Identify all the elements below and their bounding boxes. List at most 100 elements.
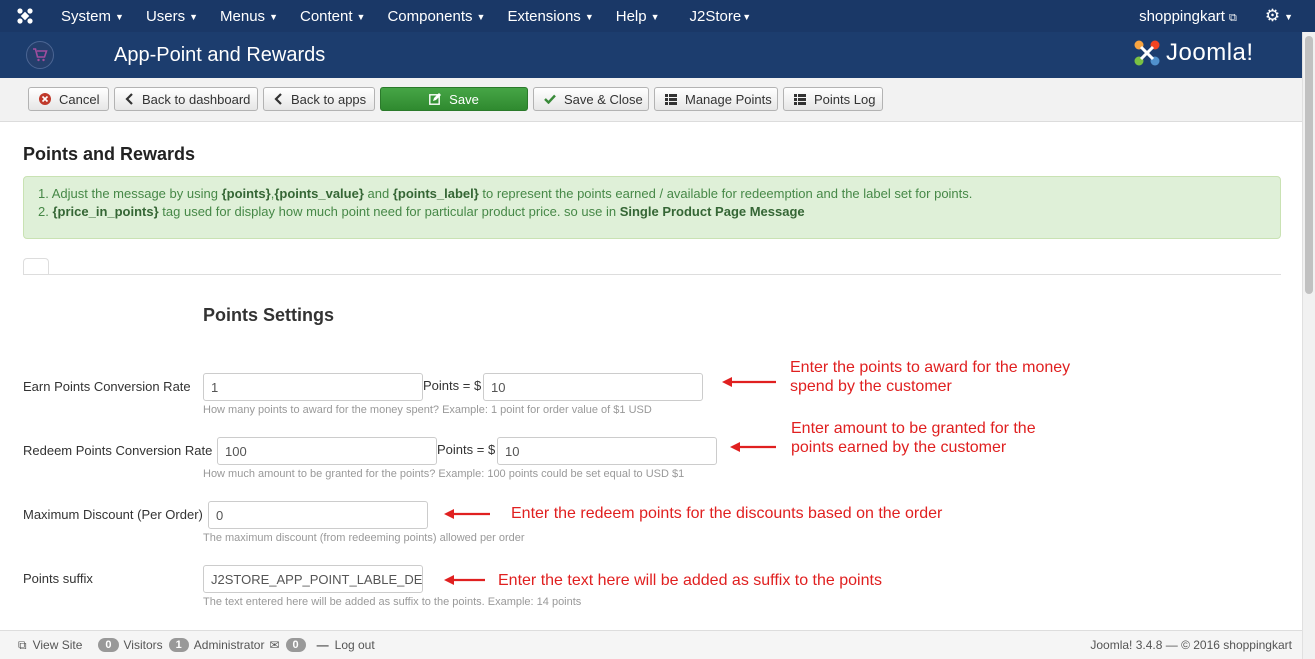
- toolbar: Cancel Back to dashboard Back to apps Sa…: [0, 78, 1302, 122]
- alert-tag: {points_value}: [274, 186, 364, 201]
- alert-tag: {points_label}: [392, 186, 479, 201]
- annotation-text: spend by the customer: [790, 378, 952, 395]
- annotation-arrow-icon: [730, 442, 776, 452]
- menu-content[interactable]: Content ▼: [289, 8, 376, 25]
- tabs-divider: [23, 274, 1281, 275]
- top-navbar: System ▼ Users ▼ Menus ▼ Content ▼ Component…: [0, 0, 1315, 32]
- annotation-text: points earned by the customer: [791, 439, 1007, 456]
- menu-label: J2Store: [689, 7, 742, 25]
- back-to-apps-label: Back to apps: [291, 91, 367, 107]
- menu-label: Users: [145, 7, 186, 25]
- max-discount-input[interactable]: 0: [208, 501, 428, 529]
- view-site-link[interactable]: ⧉ View Site: [18, 638, 82, 653]
- joomla-menu-icon[interactable]: [0, 7, 50, 25]
- max-discount-label: Maximum Discount (Per Order): [23, 507, 203, 522]
- save-close-label: Save & Close: [564, 91, 643, 107]
- admin-label: Administrator: [193, 638, 265, 652]
- earn-points-equals-label: Points = $: [423, 378, 482, 393]
- minus-icon: —: [316, 638, 329, 652]
- points-log-button[interactable]: Points Log: [783, 87, 883, 111]
- list-icon: [665, 93, 677, 105]
- external-link-icon: ⧉: [18, 637, 27, 652]
- annotation-earn: Enter the points to award for the money …: [790, 358, 1070, 396]
- earn-points-input[interactable]: 1: [203, 373, 423, 401]
- redeem-amount-input[interactable]: 10: [497, 437, 717, 465]
- page-header: App-Point and Rewards Joomla!: [0, 32, 1302, 78]
- alert-text: 1. Adjust the message by using: [38, 186, 222, 201]
- alert-text: to represent the points earned / availab…: [478, 186, 973, 201]
- envelope-icon: ✉: [269, 638, 280, 652]
- site-user-link[interactable]: shoppingkart ⧉: [1139, 8, 1237, 25]
- back-to-apps-button[interactable]: Back to apps: [263, 87, 375, 111]
- points-suffix-label: Points suffix: [23, 571, 93, 586]
- main-content: Points and Rewards 1. Adjust the message…: [0, 122, 1302, 630]
- status-bar: ⧉ View Site 0 Visitors 1 Administrator ✉…: [0, 630, 1302, 659]
- menu-system[interactable]: System ▼: [50, 8, 135, 25]
- annotation-arrow-icon: [444, 509, 490, 519]
- annotation-discount: Enter the redeem points for the discount…: [511, 505, 943, 522]
- alert-text: and: [363, 186, 393, 201]
- alert-text: 2.: [38, 204, 53, 219]
- earn-help-text: How many points to award for the money s…: [203, 404, 652, 416]
- admin-count-badge: 1: [168, 638, 189, 652]
- annotation-redeem: Enter amount to be granted for the point…: [791, 419, 1036, 457]
- menu-users[interactable]: Users ▼: [135, 8, 209, 25]
- chevron-left-icon: [125, 93, 134, 105]
- messages-status[interactable]: 0: [285, 638, 311, 652]
- settings-tab[interactable]: [23, 258, 49, 275]
- edit-icon: [429, 93, 442, 105]
- menu-extensions[interactable]: Extensions ▼: [496, 8, 604, 25]
- cancel-button[interactable]: Cancel: [28, 87, 109, 111]
- alert-line-1: 1. Adjust the message by using {points},…: [38, 185, 1266, 203]
- cancel-icon: [39, 93, 51, 105]
- caret-down-icon: ▼: [356, 11, 366, 22]
- redeem-points-equals-label: Points = $: [437, 442, 496, 457]
- site-user-label: shoppingkart: [1139, 7, 1225, 25]
- points-suffix-input[interactable]: J2STORE_APP_POINT_LABLE_DE: [203, 565, 423, 593]
- visitors-label: Visitors: [123, 638, 163, 652]
- alert-tag: {points}: [221, 186, 271, 201]
- info-alert: 1. Adjust the message by using {points},…: [23, 176, 1281, 239]
- admin-status: 1 Administrator ✉: [168, 638, 280, 652]
- menu-label: Components: [387, 7, 473, 25]
- back-to-dashboard-label: Back to dashboard: [142, 91, 251, 107]
- annotation-arrow-icon: [722, 377, 776, 387]
- caret-down-icon: ▼: [1284, 11, 1293, 22]
- page-title: App-Point and Rewards: [114, 44, 326, 66]
- save-button[interactable]: Save: [380, 87, 528, 111]
- copyright-text: Joomla! 3.4.8 — © 2016 shoppingkart: [1090, 638, 1292, 652]
- points-suffix-help-text: The text entered here will be added as s…: [203, 596, 582, 608]
- menu-j2store[interactable]: J2Store▼: [679, 8, 763, 25]
- earn-amount-input[interactable]: 10: [483, 373, 703, 401]
- external-link-icon: ⧉: [1228, 11, 1237, 24]
- menu-menus[interactable]: Menus ▼: [209, 8, 289, 25]
- menu-label: System: [61, 7, 112, 25]
- annotation-text: Enter the points to award for the money: [790, 359, 1071, 376]
- caret-down-icon: ▼: [115, 11, 124, 22]
- gear-icon[interactable]: ⚙ ▼: [1265, 6, 1293, 26]
- redeem-points-input[interactable]: 100: [217, 437, 437, 465]
- caret-down-icon: ▼: [584, 11, 594, 22]
- menu-label: Content: [299, 7, 353, 25]
- back-to-dashboard-button[interactable]: Back to dashboard: [114, 87, 258, 111]
- save-close-button[interactable]: Save & Close: [533, 87, 649, 111]
- logout-link[interactable]: — Log out: [317, 638, 375, 652]
- vertical-scrollbar[interactable]: [1302, 32, 1315, 659]
- joomla-brand: Joomla!: [1132, 38, 1254, 68]
- manage-points-label: Manage Points: [685, 91, 772, 107]
- logout-label: Log out: [334, 638, 375, 652]
- checkmark-icon: [544, 94, 556, 104]
- caret-down-icon: ▼: [650, 11, 660, 22]
- menu-components[interactable]: Components ▼: [376, 8, 496, 25]
- visitors-status: 0 Visitors: [98, 638, 163, 652]
- cancel-label: Cancel: [59, 91, 100, 107]
- manage-points-button[interactable]: Manage Points: [654, 87, 778, 111]
- points-log-label: Points Log: [814, 91, 876, 107]
- annotation-suffix: Enter the text here will be added as suf…: [498, 572, 882, 589]
- menu-help[interactable]: Help ▼: [605, 8, 671, 25]
- scrollbar-thumb[interactable]: [1305, 36, 1313, 294]
- caret-down-icon: ▼: [269, 11, 278, 22]
- earn-rate-label: Earn Points Conversion Rate: [23, 379, 191, 394]
- caret-down-icon: ▼: [476, 11, 486, 22]
- annotation-arrow-icon: [444, 575, 485, 585]
